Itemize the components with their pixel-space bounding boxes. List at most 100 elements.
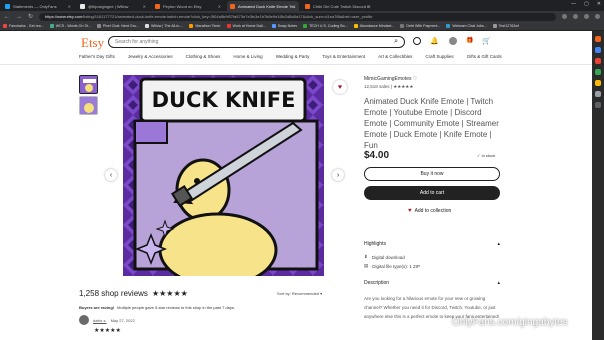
bookmark-label: TECH U.S. Coding Bo... — [309, 24, 348, 28]
browser-side-panel — [592, 31, 604, 340]
bookmark-label: Marathon Timer — [195, 24, 221, 28]
extension-icon[interactable] — [562, 14, 567, 19]
side-panel-app-icon[interactable] — [595, 69, 601, 75]
close-tab-icon[interactable]: ✕ — [218, 4, 221, 9]
bookmark-label: Debt With Payment... — [406, 24, 441, 28]
category-link[interactable]: Home & Living — [233, 54, 262, 62]
maximize-icon[interactable]: ▢ — [584, 1, 589, 7]
review-stars: ★★★★★ — [94, 328, 121, 334]
side-panel-app-icon[interactable] — [595, 58, 601, 64]
bookmark-item[interactable]: Abundance Mindset... — [353, 24, 394, 28]
tab-title: Animated Duck Knife Emote Twi — [238, 3, 296, 9]
stock-text: In stock — [481, 153, 496, 158]
add-to-cart-button[interactable]: Add to cart — [364, 186, 500, 200]
bookmark-label: Willow | The All-in-... — [151, 24, 184, 28]
side-panel-app-icon[interactable] — [595, 91, 601, 97]
bookmark-item[interactable]: Debt With Payment... — [400, 24, 440, 28]
reviewer-name[interactable]: dakis s. — [93, 318, 107, 323]
buy-now-button[interactable]: Buy it now — [364, 167, 500, 181]
bookmark-item[interactable]: Test12763wf — [492, 24, 519, 28]
chevron-up-icon[interactable]: ▴ — [497, 280, 500, 286]
close-window-icon[interactable]: ✕ — [597, 1, 601, 7]
side-panel-app-icon[interactable] — [595, 47, 601, 53]
sort-dropdown[interactable]: Sort by: Recommended ▾ — [277, 291, 322, 296]
bookmark-label: Work at Home Dail... — [232, 24, 266, 28]
header-divider — [0, 64, 592, 65]
highlights-header[interactable]: Highlights ▴ — [364, 241, 500, 247]
search-input[interactable]: Search for anything ⌕ — [108, 36, 405, 48]
category-link[interactable]: Craft Supplies — [425, 54, 453, 62]
minimize-icon[interactable]: — — [571, 1, 576, 7]
browser-tab[interactable]: Chibi Girl Cute Twitch Discord E ✕ — [302, 1, 374, 11]
category-link[interactable]: Toys & Entertainment — [322, 54, 365, 62]
bookmark-item[interactable]: WCS - Words On St... — [49, 24, 91, 28]
profile-icon[interactable] — [584, 14, 589, 19]
bookmark-item[interactable]: Marathon Timer — [189, 24, 221, 28]
browser-tab-strip: Statements — OnlyFans ✕ @thjustgingee | W… — [0, 0, 604, 11]
url-field[interactable]: https://www.etsy.com/listing/1161177721/… — [39, 12, 556, 21]
shop-heart-icon[interactable]: ♡ — [413, 76, 417, 82]
notifications-bell-icon[interactable]: 🔔 — [430, 37, 439, 45]
close-tab-icon[interactable]: ✕ — [68, 4, 71, 9]
favorite-heart-button[interactable]: ♥ — [333, 80, 347, 94]
shop-name-text[interactable]: MimicGamingEmotes — [364, 76, 412, 82]
close-tab-icon[interactable]: ✕ — [293, 4, 296, 9]
browser-tab[interactable]: Peyton Wood on Etsy ✕ — [152, 1, 224, 11]
category-link[interactable]: Art & Collectibles — [378, 54, 412, 62]
browser-tab-active[interactable]: Animated Duck Knife Emote Twi ✕ — [227, 1, 299, 11]
listing-main-image: DUCK KNIFE — [123, 75, 324, 276]
browser-tab[interactable]: Statements — OnlyFans ✕ — [2, 1, 74, 11]
bookmark-item[interactable]: Webcam Chat Jobs... — [446, 24, 487, 28]
back-icon[interactable]: ← — [4, 14, 10, 20]
gift-icon[interactable]: 🎁 — [466, 37, 473, 44]
bookmark-item[interactable]: Pixel Chat: Nerd Gru... — [96, 24, 139, 28]
bookmark-item[interactable]: Willow | The All-in-... — [145, 24, 183, 28]
description-header[interactable]: Description ▴ — [364, 280, 500, 286]
chevron-down-icon: ▾ — [320, 291, 323, 296]
bookmark-favicon-icon — [446, 24, 451, 28]
menu-icon[interactable] — [595, 14, 600, 19]
bookmark-item[interactable]: Fanchains - Get rea... — [3, 24, 44, 28]
add-to-collection-button[interactable]: ♥ Add to collection — [408, 208, 451, 214]
etsy-logo[interactable]: Etsy — [81, 35, 104, 51]
extension-icon[interactable] — [573, 14, 578, 19]
thumbnail-image[interactable] — [79, 96, 98, 115]
close-tab-icon[interactable]: ✕ — [368, 4, 371, 9]
category-link[interactable]: Father's Day Gifts — [79, 54, 115, 62]
side-panel-app-icon[interactable] — [595, 36, 601, 42]
thumbnail-image[interactable] — [79, 75, 98, 94]
previous-image-button[interactable]: ‹ — [105, 169, 117, 181]
cart-icon[interactable]: 🛒 — [482, 37, 491, 45]
reviews-count: 1,258 shop reviews — [79, 289, 148, 298]
category-link[interactable]: Gifts & Gift Cards — [467, 54, 502, 62]
review-date: May 27, 2022 — [110, 317, 135, 323]
forward-icon[interactable]: → — [16, 14, 22, 20]
category-link[interactable]: Wedding & Party — [276, 54, 310, 62]
bookmark-item[interactable]: TECH U.S. Coding Bo... — [303, 24, 348, 28]
avatar[interactable] — [449, 37, 457, 45]
browser-tab[interactable]: @thjustgingee | Willow ✕ — [77, 1, 149, 11]
bookmark-label: Test12763wf — [498, 24, 519, 28]
highlight-text: Digital download — [371, 254, 405, 260]
side-panel-app-icon[interactable] — [595, 80, 601, 86]
tab-title: Peyton Wood on Etsy — [163, 3, 202, 9]
buyers-text: Multiple people gave 5-star reviews to t… — [117, 305, 235, 310]
avatar — [79, 315, 89, 325]
shop-name[interactable]: MimicGamingEmotes ♡ — [364, 76, 417, 82]
bookmark-favicon-icon — [3, 24, 7, 28]
search-icon[interactable]: ⌕ — [394, 38, 398, 46]
chevron-up-icon[interactable]: ▴ — [497, 241, 500, 247]
next-image-button[interactable]: › — [332, 169, 344, 181]
bookmark-item[interactable]: Work at Home Dail... — [226, 24, 266, 28]
price: $4.00 — [364, 150, 390, 161]
bookmark-item[interactable]: Swap Notes — [271, 24, 297, 28]
category-link[interactable]: Jewelry & Accessories — [128, 54, 173, 62]
side-panel-app-icon[interactable] — [595, 102, 601, 108]
etsy-header: Etsy Search for anything ⌕ 🔔 🎁 🛒 — [0, 31, 592, 51]
close-tab-icon[interactable]: ✕ — [143, 4, 146, 9]
watermark: OnlyFans.com/gingabytes — [452, 317, 568, 328]
category-link[interactable]: Clothing & Shoes — [186, 54, 221, 62]
reload-icon[interactable]: ↻ — [28, 13, 33, 20]
buyers-label: Buyers are raving! — [79, 305, 115, 310]
user-icon[interactable] — [413, 37, 421, 45]
